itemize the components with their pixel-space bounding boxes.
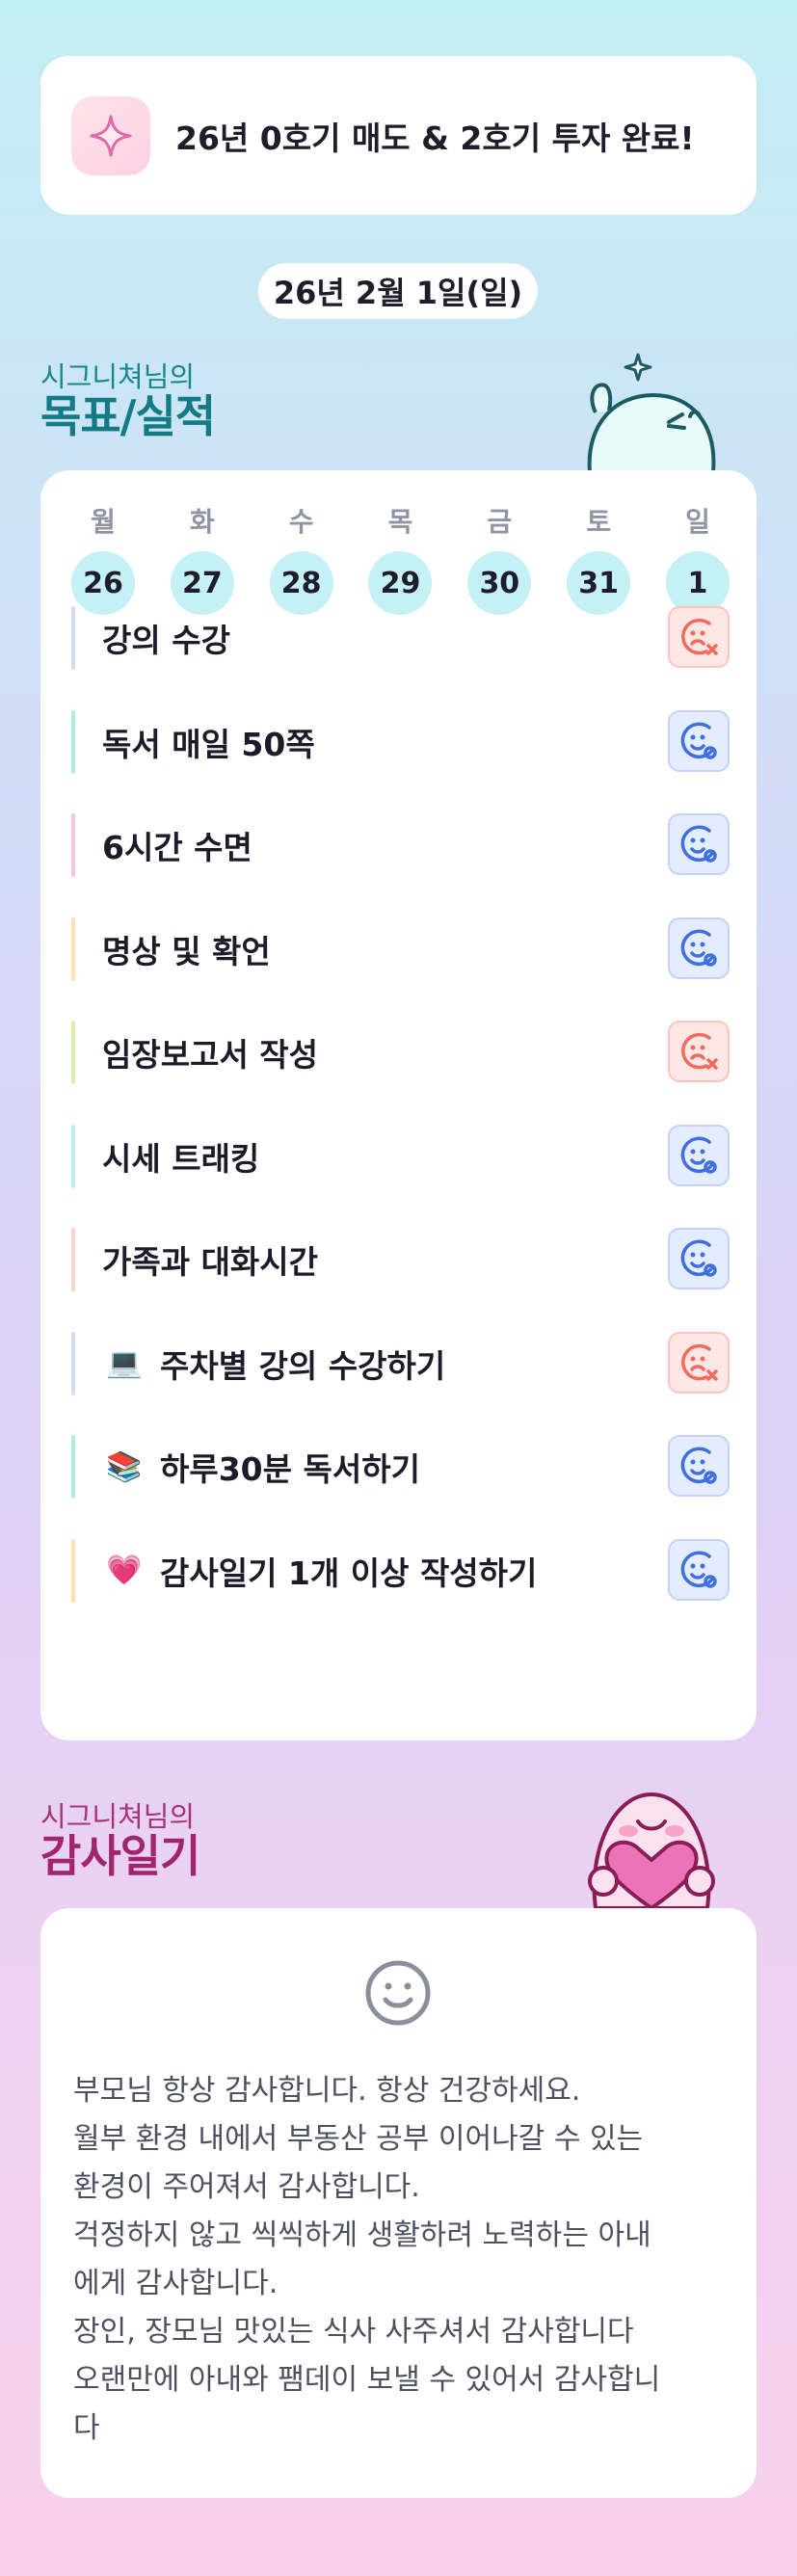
goals-card: 월 26 화 27 수 28 목 29 금 30 토 31 일1 강의 수강독서 매일 50…	[40, 470, 757, 1740]
task-label: 독서 매일 50쪽	[102, 725, 315, 763]
sparkle-icon	[71, 95, 150, 175]
day-tue[interactable]: 화 27	[170, 501, 234, 615]
task-row[interactable]: 강의 수강	[71, 605, 730, 671]
task-label: 6시간 수면	[102, 829, 252, 866]
day-label: 일	[685, 506, 710, 538]
task-label: 가족과 대화시간	[102, 1243, 319, 1281]
gratitude-line: 부모님 항상 감사합니다. 항상 건강하세요.	[73, 2074, 581, 2108]
task-row[interactable]: 가족과 대화시간	[71, 1227, 730, 1292]
task-label: 시세 트래킹	[102, 1139, 260, 1178]
task-color-bar	[71, 1331, 75, 1395]
task-done-icon[interactable]	[668, 709, 730, 772]
week-strip: 월 26 화 27 수 28 목 29 금 30 토 31 일1	[71, 501, 730, 615]
task-color-bar	[71, 1124, 75, 1188]
task-done-icon[interactable]	[668, 1538, 730, 1601]
task-done-icon[interactable]	[668, 916, 730, 979]
task-label: 강의 수강	[102, 622, 230, 659]
task-emoji-icon: 📚	[106, 1449, 143, 1484]
day-thu[interactable]: 목 29	[368, 501, 433, 615]
mascot-thumbs-up-illustration	[587, 353, 716, 472]
day-fri[interactable]: 금 30	[467, 501, 532, 615]
task-done-icon[interactable]	[668, 1124, 730, 1186]
task-color-bar	[71, 709, 75, 774]
task-color-bar	[71, 1021, 75, 1084]
task-emoji-icon: 💻	[106, 1346, 143, 1380]
task-color-bar	[71, 1228, 75, 1291]
day-sat[interactable]: 토 31	[567, 501, 631, 615]
task-emoji-icon: 💗	[106, 1554, 143, 1587]
gratitude-line: 환경이 주어져서 감사합니다.	[73, 2170, 420, 2204]
task-done-icon[interactable]	[668, 1228, 730, 1289]
gratitude-line: 에게 감사합니다.	[73, 2267, 279, 2300]
day-sun[interactable]: 일1	[665, 501, 730, 615]
gratitude-text: 부모님 항상 감사합니다. 항상 건강하세요. 월부 환경 내에서 부동산 공부…	[73, 2067, 729, 2453]
day-label: 금	[487, 506, 513, 538]
task-row[interactable]: 📚 하루30분 독서하기	[71, 1434, 730, 1500]
gratitude-line: 오랜만에 아내와 팸데이 보낼 수 있어서 감사합니	[73, 2363, 661, 2397]
day-label: 월	[91, 506, 116, 538]
task-missed-icon[interactable]	[668, 606, 730, 668]
task-row[interactable]: 명상 및 확언	[71, 916, 730, 982]
mascot-heart-illustration	[588, 1792, 715, 1910]
task-label: 주차별 강의 수강하기	[160, 1346, 446, 1385]
gratitude-line: 월부 환경 내에서 부동산 공부 이어나갈 수 있는	[73, 2122, 644, 2156]
day-label: 화	[189, 506, 215, 538]
task-color-bar	[71, 813, 75, 877]
task-row[interactable]: 임장보고서 작성	[71, 1020, 730, 1085]
date-label: 26년 2월 1일(일)	[258, 263, 538, 319]
task-missed-icon[interactable]	[668, 1331, 730, 1394]
task-row[interactable]: 6시간 수면	[71, 812, 730, 878]
day-label: 토	[586, 506, 612, 538]
task-color-bar	[71, 916, 75, 981]
day-label: 수	[288, 506, 314, 538]
task-done-icon[interactable]	[668, 813, 730, 875]
gratitude-line: 다	[73, 2411, 100, 2445]
task-row[interactable]: 시세 트래킹	[71, 1124, 730, 1189]
task-label: 명상 및 확언	[102, 932, 271, 970]
day-label: 목	[387, 506, 413, 538]
task-label: 감사일기 1개 이상 작성하기	[160, 1554, 538, 1592]
banner-text: 26년 0호기 매도 & 2호기 투자 완료!	[175, 119, 695, 157]
day-mon[interactable]: 월 26	[71, 501, 135, 615]
task-missed-icon[interactable]	[668, 1021, 730, 1082]
task-label: 하루30분 독서하기	[160, 1450, 420, 1488]
announcement-banner: 26년 0호기 매도 & 2호기 투자 완료!	[40, 56, 757, 215]
gratitude-title: 감사일기	[40, 1830, 200, 1882]
gratitude-card: 부모님 항상 감사합니다. 항상 건강하세요. 월부 환경 내에서 부동산 공부…	[40, 1908, 757, 2498]
smiley-icon	[365, 1960, 431, 2026]
task-done-icon[interactable]	[668, 1435, 730, 1497]
gratitude-line: 걱정하지 않고 씩씩하게 생활하려 노력하는 아내	[73, 2218, 651, 2252]
task-label: 임장보고서 작성	[102, 1036, 319, 1074]
goals-title: 목표/실적	[40, 390, 216, 442]
task-color-bar	[71, 1538, 75, 1603]
gratitude-line: 장인, 장모님 맛있는 식사 사주셔서 감사합니다	[73, 2315, 634, 2349]
task-row[interactable]: 독서 매일 50쪽	[71, 709, 730, 775]
task-color-bar	[71, 1435, 75, 1499]
task-color-bar	[71, 606, 75, 670]
task-row[interactable]: 💗 감사일기 1개 이상 작성하기	[71, 1538, 730, 1604]
day-wed[interactable]: 수 28	[269, 501, 333, 615]
task-row[interactable]: 💻 주차별 강의 수강하기	[71, 1331, 730, 1396]
